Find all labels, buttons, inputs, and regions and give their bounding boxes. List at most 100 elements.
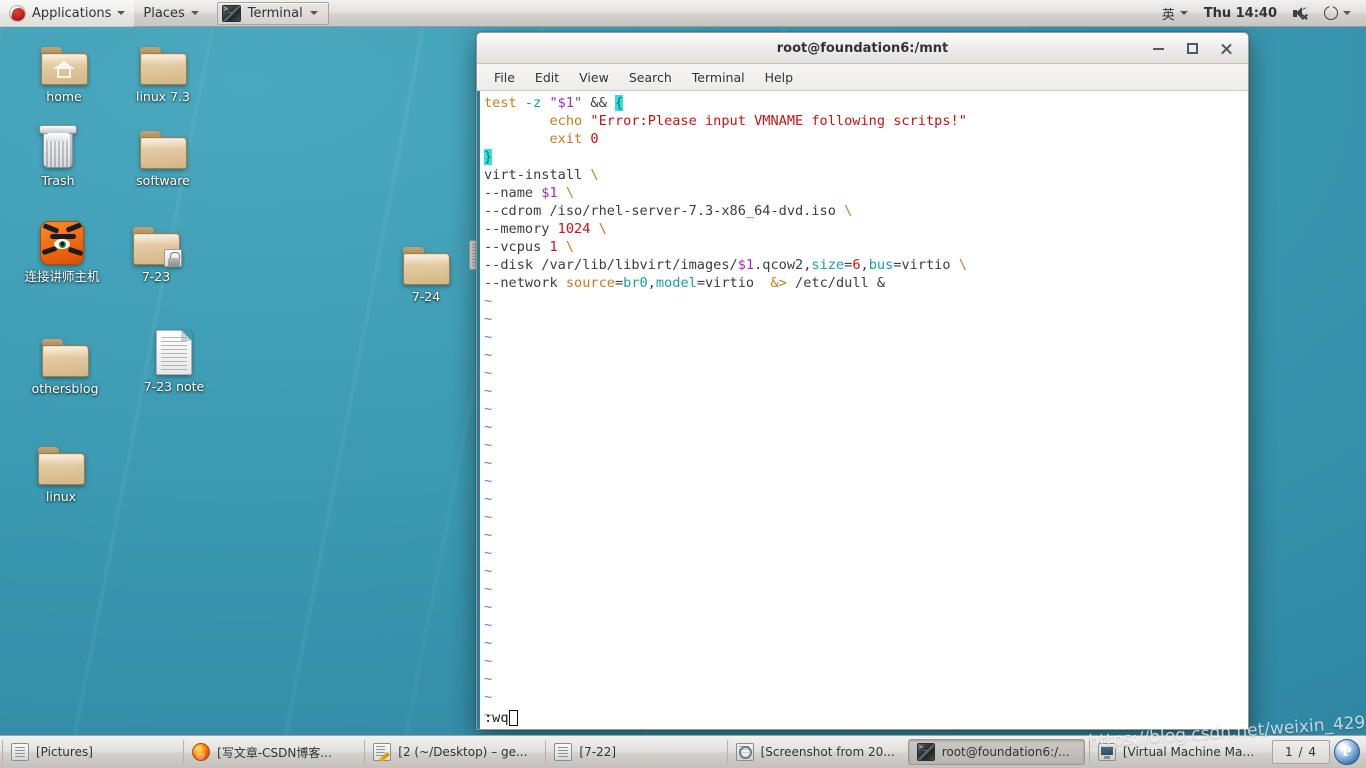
code-token: --cdrom /iso/rhel-server-7.3-x86_64-dvd.… — [484, 203, 845, 219]
taskbar: [Pictures] [写文章-CSDN博客... [2 (~/Desktop) –… — [0, 735, 1366, 768]
taskbar-button[interactable]: [写文章-CSDN博客... — [183, 739, 360, 765]
desktop-icon-trash[interactable]: Trash — [12, 119, 104, 189]
text-cursor — [508, 710, 518, 726]
show-desktop-icon[interactable] — [1334, 739, 1360, 765]
vim-tilde-line: ~ — [484, 581, 493, 597]
terminal-window[interactable]: root@foundation6:/mnt File Edit View Sea… — [476, 32, 1249, 730]
taskbar-button[interactable]: [2 (~/Desktop) – ge... — [364, 739, 541, 765]
vim-line: --disk /var/lib/libvirt/images/$1.qcow2,… — [484, 256, 1248, 274]
vim-line: --cdrom /iso/rhel-server-7.3-x86_64-dvd.… — [484, 202, 1248, 220]
workspace-indicator-label: 1 / 4 — [1285, 745, 1317, 759]
window-list-item-terminal[interactable]: Terminal — [216, 1, 329, 25]
minimize-icon — [1152, 47, 1164, 50]
places-menu[interactable]: Places — [134, 0, 207, 27]
window-list-item-label: Terminal — [247, 5, 303, 21]
volume-button[interactable] — [1286, 0, 1315, 27]
vim-tilde-line: ~ — [484, 671, 493, 687]
taskbar-button[interactable]: [Pictures] — [2, 739, 179, 765]
vim-tilde-line: ~ — [484, 311, 493, 327]
maximize-button[interactable] — [1176, 36, 1208, 62]
system-menu-button[interactable] — [1317, 0, 1358, 27]
taskbar-button[interactable]: root@foundation6:/... — [907, 739, 1085, 765]
code-token: "Error:Please input VMNAME following scr… — [590, 113, 967, 129]
code-token: $1 — [737, 257, 755, 273]
menu-terminal[interactable]: Terminal — [683, 67, 754, 88]
window-titlebar[interactable]: root@foundation6:/mnt — [477, 33, 1248, 64]
firefox-icon — [192, 743, 211, 761]
code-token: 1 — [549, 239, 558, 255]
desktop-icon-7-23-note[interactable]: 7-23 note — [128, 325, 220, 395]
desktop-icon-label: linux 7.3 — [135, 89, 191, 104]
menu-file[interactable]: File — [485, 67, 524, 88]
vim-tilde-line: ~ — [484, 689, 493, 705]
code-token: \ — [598, 221, 607, 237]
desktop-icon-home[interactable]: home — [18, 35, 110, 105]
window-controls — [1142, 33, 1242, 64]
code-token: -z — [524, 95, 550, 111]
code-token: "$ — [549, 95, 566, 111]
workspace-switcher[interactable]: 1 / 4 — [1272, 740, 1330, 764]
folder-locked-icon — [110, 215, 202, 267]
taskbar-button-label: [Virtual Machine Man... — [1122, 745, 1257, 759]
code-token: && — [590, 95, 615, 111]
desktop-icon-7-24[interactable]: 7-24 — [380, 235, 472, 305]
taskbar-button-label: [7-22] — [579, 745, 617, 759]
code-token: model — [655, 275, 697, 291]
files-icon — [11, 743, 29, 761]
folder-icon — [117, 119, 209, 169]
close-button[interactable] — [1210, 36, 1242, 62]
code-token: size — [811, 257, 845, 273]
vim-line: --name $1 \ — [484, 184, 1248, 202]
code-token: echo — [549, 113, 591, 129]
desktop-icon-linux-7-3[interactable]: linux 7.3 — [117, 35, 209, 105]
chevron-down-icon — [117, 11, 126, 15]
document-icon — [128, 325, 220, 375]
desktop-icon-7-23[interactable]: 7-23 — [110, 215, 202, 285]
vim-line: test -z "$1" && { — [484, 94, 1248, 112]
minimize-button[interactable] — [1142, 36, 1174, 62]
chevron-down-icon — [309, 11, 318, 15]
top-panel: Applications Places Terminal 英 Thu 14:40 — [0, 0, 1366, 27]
trash-icon — [12, 119, 104, 169]
desktop-icon-othersblog[interactable]: othersblog — [19, 327, 111, 397]
desktop-icon-label: home — [46, 89, 82, 104]
vim-tilde-line: ~ — [484, 455, 493, 471]
applications-menu[interactable]: Applications — [0, 0, 135, 27]
desktop-icon-software[interactable]: software — [117, 119, 209, 189]
code-token: $1 — [541, 185, 558, 201]
terminal-screen[interactable]: test -z "$1" && { echo "Error:Please inp… — [477, 91, 1248, 729]
input-method-indicator[interactable]: 英 — [1155, 0, 1195, 27]
code-token: bus — [868, 257, 894, 273]
vim-command-text: :wq — [484, 710, 509, 726]
taskbar-button[interactable]: [7-22] — [545, 739, 722, 765]
folder-icon — [380, 235, 472, 285]
menu-help[interactable]: Help — [756, 67, 803, 88]
code-token: --network — [484, 275, 566, 291]
clock[interactable]: Thu 14:40 — [1197, 0, 1284, 27]
desktop-icon-connect-instructor-host[interactable]: 连接讲师主机 — [16, 215, 108, 285]
code-token: , — [860, 257, 869, 273]
desktop-icon-linux[interactable]: linux — [15, 435, 107, 505]
desktop-icon-label: othersblog — [31, 381, 99, 396]
vim-empty-lines: ~ ~ ~ ~ ~ ~ ~ ~ ~ ~ ~ ~ ~ ~ ~ ~ ~ ~ ~ ~ ~ ~ ~ ~ — [484, 292, 1248, 724]
code-token: \ — [590, 167, 599, 183]
taskbar-button[interactable]: [Screenshot from 20... — [726, 739, 904, 765]
vim-line: --vcpus 1 \ — [484, 238, 1248, 256]
menu-view[interactable]: View — [570, 67, 618, 88]
clock-label: Thu 14:40 — [1203, 5, 1277, 21]
folder-home-icon — [18, 35, 110, 85]
desktop-icon-label: software — [136, 173, 190, 188]
code-token: source — [565, 275, 615, 291]
vim-buffer: test -z "$1" && { echo "Error:Please inp… — [484, 94, 1248, 292]
terminal-menubar: File Edit View Search Terminal Help — [477, 64, 1248, 91]
system-tray: 英 Thu 14:40 — [1155, 0, 1366, 27]
menu-search[interactable]: Search — [620, 67, 681, 88]
desktop-icon-label: 连接讲师主机 — [24, 269, 100, 284]
code-token: --memory — [484, 221, 558, 237]
menu-edit[interactable]: Edit — [526, 67, 568, 88]
vim-tilde-line: ~ — [484, 473, 493, 489]
taskbar-button[interactable]: [Virtual Machine Man... — [1088, 739, 1266, 765]
